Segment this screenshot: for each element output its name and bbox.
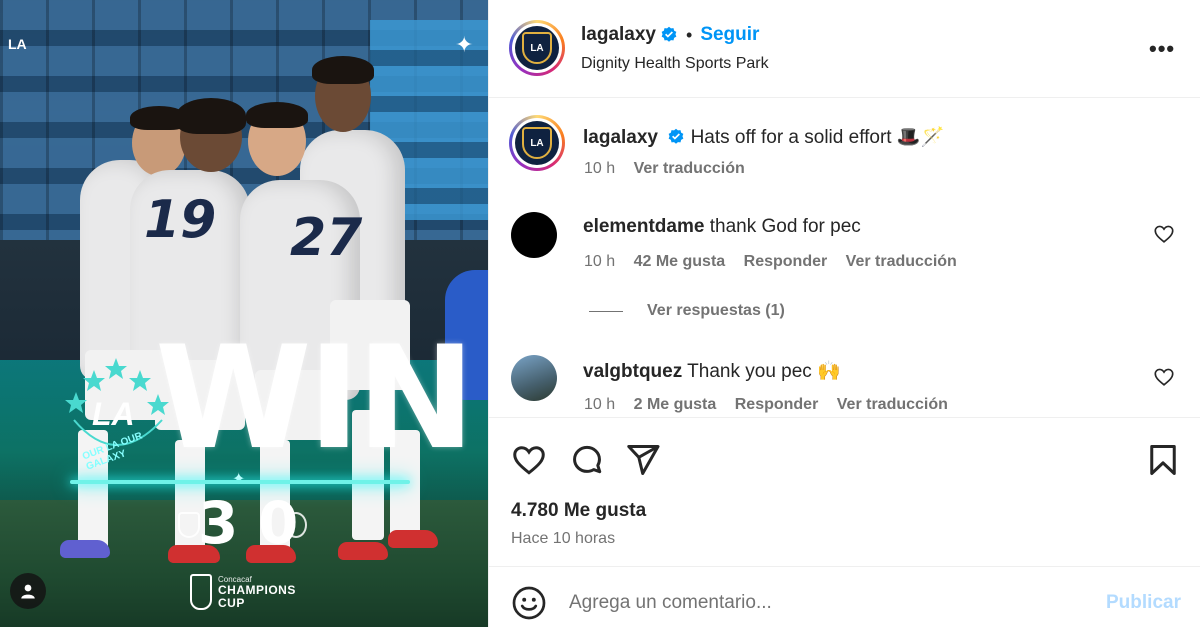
caption-username[interactable]: lagalaxy — [583, 127, 658, 148]
post-actions: 4.780 Me gusta Hace 10 horas — [489, 417, 1200, 567]
like-comment-heart-icon[interactable] — [1153, 223, 1175, 245]
competition-org: Concacaf — [218, 574, 252, 584]
post-header: LA lagalaxy • Seguir Dignity Health Spor… — [489, 0, 1200, 98]
comment-translate-link[interactable]: Ver traducción — [846, 253, 957, 270]
comment-body: Thank you pec 🙌 — [687, 361, 841, 382]
reply-button[interactable]: Responder — [735, 396, 819, 413]
comment-body: thank God for pec — [709, 216, 861, 237]
comment-bubble-icon[interactable] — [569, 442, 605, 478]
caption-text-line: lagalaxy Hats off for a solid effort 🎩🪄 — [583, 125, 944, 149]
emoji-icon[interactable] — [511, 585, 547, 621]
likes-count[interactable]: 4.780 Me gusta — [511, 500, 646, 522]
la-galaxy-crest-icon — [178, 512, 200, 538]
view-replies-label: Ver respuestas (1) — [647, 302, 785, 319]
comment-input[interactable] — [569, 581, 1109, 625]
view-replies-button[interactable]: Ver respuestas (1) — [589, 302, 785, 320]
post-image[interactable]: 19 27 LA ✦ ✦ — [0, 0, 488, 627]
comment-likes[interactable]: 42 Me gusta — [634, 253, 726, 270]
share-send-icon[interactable] — [625, 442, 661, 478]
tagged-people-button[interactable] — [10, 573, 46, 609]
commenter-avatar[interactable] — [511, 212, 557, 258]
win-headline: WIN — [155, 316, 475, 481]
author-username[interactable]: lagalaxy — [581, 24, 656, 46]
add-comment-bar: Publicar — [489, 567, 1200, 627]
comment-text-line: elementdame thank God for pec — [583, 216, 861, 238]
comment-time[interactable]: 10 h — [584, 396, 615, 413]
post-time[interactable]: Hace 10 horas — [511, 530, 615, 548]
person-icon — [21, 584, 35, 599]
caption-time[interactable]: 10 h — [584, 160, 615, 177]
post-location[interactable]: Dignity Health Sports Park — [581, 55, 769, 73]
caption-translate-link[interactable]: Ver traducción — [634, 160, 745, 177]
la-galaxy-shield-icon: LA — [522, 32, 552, 64]
trophy-icon — [190, 574, 212, 610]
follow-button[interactable]: Seguir — [700, 24, 759, 46]
commenter-avatar[interactable] — [511, 355, 557, 401]
sparkle-icon: ✦ — [455, 32, 474, 57]
verified-badge-icon — [668, 128, 684, 144]
opponent-crest-icon — [285, 512, 307, 538]
like-comment-heart-icon[interactable] — [1153, 366, 1175, 388]
la-galaxy-shield-icon: LA — [522, 127, 552, 159]
competition-name-line2: CUP — [218, 595, 245, 610]
caption-body: Hats off for a solid effort 🎩🪄 — [690, 127, 945, 148]
author-avatar[interactable]: LA — [509, 20, 565, 76]
comment-likes[interactable]: 2 Me gusta — [634, 396, 717, 413]
comment-text-line: valgbtquez Thank you pec 🙌 — [583, 359, 841, 383]
corner-logo: LA — [8, 36, 27, 52]
jersey-number-19: 19 — [144, 190, 217, 250]
score-home: 3 — [198, 489, 239, 557]
commenter-username[interactable]: valgbtquez — [583, 361, 682, 382]
reply-button[interactable]: Responder — [744, 253, 828, 270]
caption-meta: 10 h Ver traducción — [584, 160, 759, 178]
publish-button[interactable]: Publicar — [1106, 592, 1181, 614]
competition-name-line1: CHAMPIONS — [218, 582, 296, 597]
caption-avatar[interactable]: LA — [509, 115, 565, 171]
neon-divider — [70, 480, 410, 484]
verified-badge-icon — [661, 26, 677, 42]
more-options-button[interactable]: ••• — [1149, 36, 1175, 62]
post-side-panel: LA lagalaxy • Seguir Dignity Health Spor… — [488, 0, 1200, 627]
comment-meta: 10 h 42 Me gusta Responder Ver traducció… — [584, 253, 971, 271]
like-heart-icon[interactable] — [511, 442, 547, 478]
comment-time[interactable]: 10 h — [584, 253, 615, 270]
comment-translate-link[interactable]: Ver traducción — [837, 396, 948, 413]
save-bookmark-icon[interactable] — [1145, 442, 1181, 478]
comments-list[interactable]: LA lagalaxy Hats off for a solid effort … — [489, 99, 1200, 417]
comment-meta: 10 h 2 Me gusta Responder Ver traducción — [584, 396, 962, 414]
header-separator: • — [686, 24, 693, 45]
commenter-username[interactable]: elementdame — [583, 216, 704, 237]
badge-la-text: LA — [92, 396, 135, 432]
replies-divider — [589, 310, 623, 312]
champions-cup-logo: Concacaf CHAMPIONS CUP — [190, 574, 296, 610]
jersey-number-27: 27 — [290, 208, 363, 268]
